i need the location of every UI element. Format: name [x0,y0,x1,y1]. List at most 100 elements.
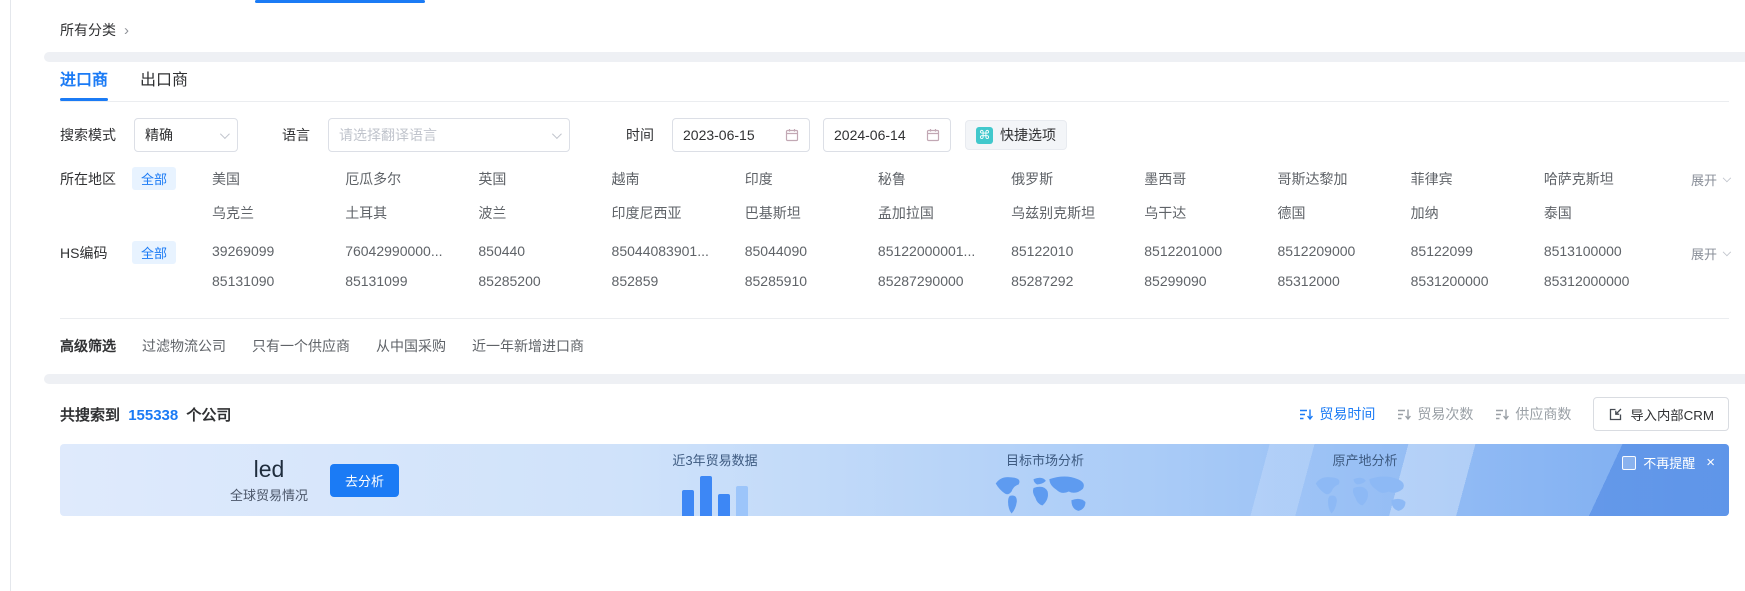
advanced-option-new-importers[interactable]: 近一年新增进口商 [472,336,584,356]
world-map-icon [989,473,1101,516]
region-item[interactable]: 美国 [212,169,339,189]
advanced-option-buy-from-china[interactable]: 从中国采购 [376,336,446,356]
hs-item[interactable]: 8512209000 [1277,243,1404,259]
results-card: 共搜索到 155338 个公司 贸易时间 贸易次数 供应商数 [44,384,1745,576]
region-filter-row: 所在地区 全部 美国 厄瓜多尔 英国 越南 印度 秘鲁 俄罗斯 墨西哥 哥斯达黎… [60,158,1729,232]
hs-item[interactable]: 85044090 [745,243,872,259]
sort-desc-icon [1299,407,1314,422]
region-item[interactable]: 俄罗斯 [1011,169,1138,189]
world-map-icon [1309,473,1421,516]
hs-item[interactable]: 85131099 [345,273,472,289]
hs-item[interactable]: 852859 [612,273,739,289]
results-controls: 贸易时间 贸易次数 供应商数 导入内部CRM [1299,397,1729,431]
region-item[interactable]: 土耳其 [345,203,472,223]
hs-item[interactable]: 85122000001... [878,243,1005,259]
hs-item[interactable]: 85312000000 [1544,273,1671,289]
region-item[interactable]: 哈萨克斯坦 [1544,169,1671,189]
banner-keyword-block: led 全球贸易情况 去分析 [230,444,399,516]
hs-item[interactable]: 85122099 [1411,243,1538,259]
hs-item[interactable]: 8513100000 [1544,243,1671,259]
region-item[interactable]: 印度尼西亚 [612,203,739,223]
banner-section-target-market: 目标市场分析 [970,450,1120,516]
region-item[interactable]: 乌干达 [1144,203,1271,223]
import-crm-button[interactable]: 导入内部CRM [1593,397,1729,431]
region-item[interactable]: 巴基斯坦 [745,203,872,223]
date-end-value: 2024-06-14 [834,127,926,143]
banner-section-label: 近3年贸易数据 [640,450,790,469]
hs-item[interactable]: 39269099 [212,243,339,259]
region-item[interactable]: 菲律宾 [1411,169,1538,189]
region-items: 美国 厄瓜多尔 英国 越南 印度 秘鲁 俄罗斯 墨西哥 哥斯达黎加 菲律宾 哈萨… [212,167,1671,223]
region-item[interactable]: 越南 [612,169,739,189]
import-crm-label: 导入内部CRM [1630,405,1714,424]
language-label: 语言 [282,125,310,145]
hs-item[interactable]: 85044083901... [612,243,739,259]
advanced-filter-row: 高级筛选 过滤物流公司 只有一个供应商 从中国采购 近一年新增进口商 [60,319,1729,360]
analyze-button[interactable]: 去分析 [330,464,399,497]
region-label: 所在地区 [60,167,132,189]
region-expand-link[interactable]: 展开 [1671,167,1729,189]
region-item[interactable]: 乌克兰 [212,203,339,223]
region-item[interactable]: 秘鲁 [878,169,1005,189]
hs-item[interactable]: 85131090 [212,273,339,289]
left-panel-border [10,0,11,591]
date-end-input[interactable]: 2024-06-14 [823,118,951,152]
trade-search-page: 所有分类 › 进口商 出口商 搜索模式 精确 语言 请选择翻译语言 时间 202… [0,0,1745,591]
hs-filter-row: HS编码 全部 39269099 76042990000... 850440 8… [60,232,1729,298]
quick-options-button[interactable]: ⌘ 快捷选项 [965,120,1067,150]
region-item[interactable]: 泰国 [1544,203,1671,223]
hs-item[interactable]: 85122010 [1011,243,1138,259]
results-bar: 共搜索到 155338 个公司 贸易时间 贸易次数 供应商数 [60,396,1729,432]
sort-trade-time[interactable]: 贸易时间 [1299,404,1375,424]
hs-item[interactable]: 85285910 [745,273,872,289]
banner-dismiss: 不再提醒 × [1622,453,1715,472]
breadcrumb[interactable]: 所有分类 › [60,20,129,40]
date-start-input[interactable]: 2023-06-15 [672,118,810,152]
filter-card: 进口商 出口商 搜索模式 精确 语言 请选择翻译语言 时间 2023-06-15… [44,62,1745,374]
results-suffix: 个公司 [186,407,231,424]
hs-item[interactable]: 85285200 [478,273,605,289]
tab-exporter[interactable]: 出口商 [140,62,188,101]
region-item[interactable]: 厄瓜多尔 [345,169,472,189]
region-item[interactable]: 英国 [478,169,605,189]
region-item[interactable]: 孟加拉国 [878,203,1005,223]
advanced-option-filter-logistics[interactable]: 过滤物流公司 [142,336,226,356]
importer-exporter-tabs: 进口商 出口商 [60,62,1729,102]
region-item[interactable]: 墨西哥 [1144,169,1271,189]
advanced-option-single-supplier[interactable]: 只有一个供应商 [252,336,350,356]
region-item[interactable]: 印度 [745,169,872,189]
region-item[interactable]: 波兰 [478,203,605,223]
hs-item[interactable]: 850440 [478,243,605,259]
hs-item[interactable]: 76042990000... [345,243,472,259]
hs-item[interactable]: 8531200000 [1411,273,1538,289]
sort-trade-count[interactable]: 贸易次数 [1397,404,1473,424]
region-item[interactable]: 德国 [1277,203,1404,223]
hs-all-chip[interactable]: 全部 [132,241,176,264]
region-item[interactable]: 乌兹别克斯坦 [1011,203,1138,223]
search-form-row: 搜索模式 精确 语言 请选择翻译语言 时间 2023-06-15 2024-06… [60,118,1729,152]
close-icon[interactable]: × [1706,454,1715,471]
sort-supplier-count[interactable]: 供应商数 [1495,404,1571,424]
dismiss-checkbox[interactable] [1622,456,1636,470]
language-select[interactable]: 请选择翻译语言 [328,118,570,152]
hs-expand-link[interactable]: 展开 [1671,241,1729,263]
region-item[interactable]: 哥斯达黎加 [1277,169,1404,189]
trade-overview-banner: led 全球贸易情况 去分析 近3年贸易数据 目标市场分析 [60,444,1729,516]
hs-item[interactable]: 85312000 [1277,273,1404,289]
banner-subtitle: 全球贸易情况 [230,485,308,504]
hs-item[interactable]: 8512201000 [1144,243,1271,259]
hs-item[interactable]: 85287290000 [878,273,1005,289]
region-item[interactable]: 加纳 [1411,203,1538,223]
hs-item[interactable]: 85287292 [1011,273,1138,289]
expand-label: 展开 [1691,244,1717,263]
sort-desc-icon [1495,407,1510,422]
chevron-down-icon [220,129,230,139]
tab-importer[interactable]: 进口商 [60,62,108,101]
search-mode-select[interactable]: 精确 [134,118,238,152]
card-gap-band [44,374,1745,384]
region-all-chip[interactable]: 全部 [132,167,176,190]
hs-item[interactable]: 85299090 [1144,273,1271,289]
hs-items: 39269099 76042990000... 850440 850440839… [212,241,1671,289]
banner-section-trade-data: 近3年贸易数据 [640,450,790,516]
advanced-label: 高级筛选 [60,336,116,356]
